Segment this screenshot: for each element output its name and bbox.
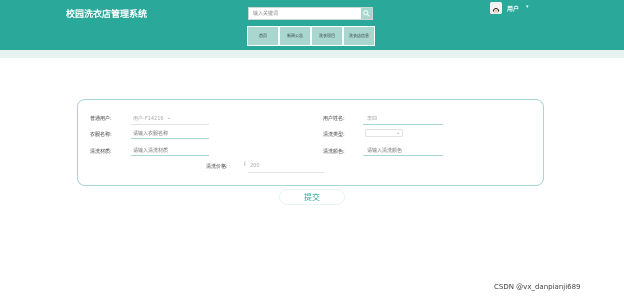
color-input[interactable] xyxy=(365,146,443,155)
nav-item-news[interactable]: 新闻公告 xyxy=(279,26,311,46)
user-select[interactable]: 用户-F14216 xyxy=(133,115,164,122)
chevron-down-icon: ⌄ xyxy=(167,115,172,121)
nav-item-home[interactable]: 首页 xyxy=(247,26,279,46)
text-cursor-icon: I xyxy=(244,161,246,168)
chevron-down-icon: ⌄ xyxy=(396,130,401,136)
field-label-username: 用户姓名: xyxy=(323,116,345,122)
field-label-wash-type: 清洗类型: xyxy=(323,132,345,138)
color-underline xyxy=(363,155,443,156)
nav-item-shop-info[interactable]: 洗衣店信息 xyxy=(343,26,375,46)
field-label-price: 清洗价格: xyxy=(206,164,228,170)
search-box xyxy=(248,7,373,20)
username-underline xyxy=(363,124,443,125)
header-band xyxy=(0,50,624,58)
watermark: CSDN @vx_danpianji689 xyxy=(494,283,581,291)
avatar-image xyxy=(490,5,502,14)
cloth-name-underline xyxy=(131,138,209,139)
field-label-color: 清洗颜色: xyxy=(323,149,345,155)
field-label-material: 清洗材质: xyxy=(90,149,112,155)
price-underline xyxy=(248,172,324,173)
username-field[interactable]: 李四 xyxy=(367,115,377,122)
search-input[interactable] xyxy=(249,8,363,19)
search-icon xyxy=(363,10,370,17)
app-title: 校园洗衣店管理系统 xyxy=(66,10,148,20)
page: 校园洗衣店管理系统 用户 ▾ 首页 新闻公告 洗衣项目 洗衣店信息 普通用户: … xyxy=(0,0,624,299)
user-menu[interactable]: 用户 xyxy=(507,4,519,13)
cloth-name-input[interactable] xyxy=(131,129,209,138)
chevron-down-icon[interactable]: ▾ xyxy=(526,4,529,10)
field-label-cloth-name: 衣服名称: xyxy=(90,132,112,138)
search-button[interactable] xyxy=(361,8,372,19)
submit-button[interactable]: 提交 xyxy=(280,190,344,204)
price-input[interactable]: 200 xyxy=(250,163,260,169)
material-underline xyxy=(131,155,209,156)
field-label-user: 普通用户: xyxy=(90,116,112,122)
top-nav: 首页 新闻公告 洗衣项目 洗衣店信息 xyxy=(247,26,375,46)
avatar[interactable] xyxy=(490,2,502,14)
nav-item-laundry-projects[interactable]: 洗衣项目 xyxy=(311,26,343,46)
material-input[interactable] xyxy=(131,146,209,155)
user-select-underline xyxy=(131,124,209,125)
